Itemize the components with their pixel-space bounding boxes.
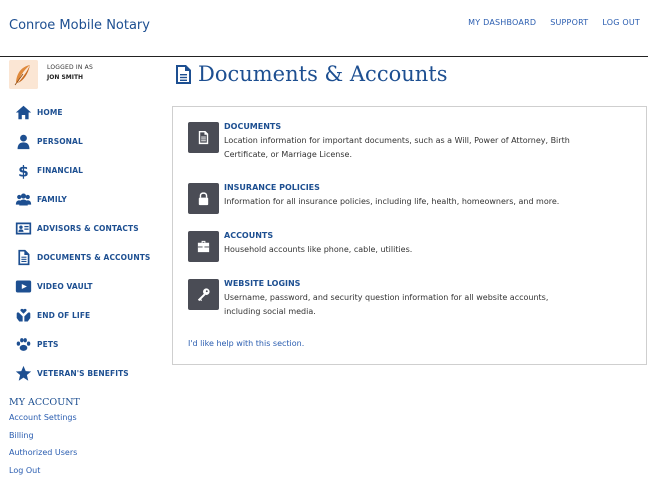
sidebar-item-label: FINANCIAL bbox=[37, 166, 84, 175]
section-accounts: ACCOUNTS Household accounts like phone, … bbox=[188, 231, 628, 262]
insurance-policies-link[interactable]: INSURANCE POLICIES bbox=[224, 183, 559, 192]
my-account-title: MY ACCOUNT bbox=[9, 397, 80, 408]
document-icon bbox=[176, 64, 191, 84]
sidebar-item-label: END OF LIFE bbox=[37, 311, 91, 320]
section-description: Location information for important docum… bbox=[224, 136, 570, 145]
user-name: JON SMITH bbox=[47, 74, 84, 81]
content-panel: DOCUMENTS Location information for impor… bbox=[172, 106, 647, 365]
sidebar-item-label: PETS bbox=[37, 340, 59, 349]
sidebar-item-advisors-contacts[interactable]: ADVISORS & CONTACTS bbox=[14, 214, 170, 243]
sidebar-item-family[interactable]: FAMILY bbox=[14, 185, 170, 214]
authorized-users-link[interactable]: Authorized Users bbox=[9, 448, 80, 466]
billing-link[interactable]: Billing bbox=[9, 431, 80, 449]
top-nav: MY DASHBOARD SUPPORT LOG OUT bbox=[468, 18, 640, 27]
section-description: Information for all insurance policies, … bbox=[224, 197, 560, 206]
lock-icon[interactable] bbox=[188, 183, 219, 214]
brand-name[interactable]: Conroe Mobile Notary bbox=[9, 18, 150, 33]
sidebar-item-end-of-life[interactable]: END OF LIFE bbox=[14, 301, 170, 330]
section-text: DOCUMENTS Location information for impor… bbox=[224, 122, 570, 162]
sidebar-item-label: VETERAN'S BENEFITS bbox=[37, 369, 129, 378]
section-description: including social media. bbox=[224, 307, 316, 316]
sidebar-item-personal[interactable]: PERSONAL bbox=[14, 127, 170, 156]
section-description: Username, password, and security questio… bbox=[224, 293, 549, 302]
sidebar-item-documents-accounts[interactable]: DOCUMENTS & ACCOUNTS bbox=[14, 243, 170, 272]
section-insurance-policies: INSURANCE POLICIES Information for all i… bbox=[188, 183, 628, 214]
help-link[interactable]: I'd like help with this section. bbox=[188, 339, 304, 348]
home-icon bbox=[14, 104, 32, 122]
section-text: INSURANCE POLICIES Information for all i… bbox=[224, 183, 559, 214]
top-header: Conroe Mobile Notary MY DASHBOARD SUPPOR… bbox=[0, 0, 648, 57]
paw-icon bbox=[14, 336, 32, 354]
briefcase-icon[interactable] bbox=[188, 231, 219, 262]
document-icon bbox=[14, 249, 32, 267]
page-title-text: Documents & Accounts bbox=[198, 62, 448, 86]
contact-card-icon bbox=[14, 220, 32, 238]
website-logins-link[interactable]: WEBSITE LOGINS bbox=[224, 279, 548, 288]
file-icon[interactable] bbox=[188, 122, 219, 153]
documents-link[interactable]: DOCUMENTS bbox=[224, 122, 570, 131]
logout-link[interactable]: LOG OUT bbox=[602, 18, 640, 27]
sidebar-item-label: HOME bbox=[37, 108, 63, 117]
section-description: Household accounts like phone, cable, ut… bbox=[224, 245, 413, 254]
key-icon[interactable] bbox=[188, 279, 219, 310]
page-title: Documents & Accounts bbox=[175, 62, 448, 86]
sidebar-item-label: ADVISORS & CONTACTS bbox=[37, 224, 139, 233]
user-info: LOGGED IN AS JON SMITH bbox=[9, 60, 169, 90]
section-description: Certificate, or Marriage License. bbox=[224, 150, 352, 159]
support-link[interactable]: SUPPORT bbox=[550, 18, 588, 27]
sidebar-item-label: FAMILY bbox=[37, 195, 67, 204]
dollar-icon: $ bbox=[14, 162, 32, 180]
sidebar-item-label: DOCUMENTS & ACCOUNTS bbox=[37, 253, 151, 262]
star-icon bbox=[14, 365, 32, 383]
accounts-link[interactable]: ACCOUNTS bbox=[224, 231, 412, 240]
svg-text:$: $ bbox=[18, 162, 29, 179]
family-icon bbox=[14, 191, 32, 209]
section-documents: DOCUMENTS Location information for impor… bbox=[188, 122, 628, 162]
sidebar-item-veterans-benefits[interactable]: VETERAN'S BENEFITS bbox=[14, 359, 170, 388]
logged-in-label: LOGGED IN AS bbox=[47, 64, 93, 71]
my-account-section: MY ACCOUNT Account Settings Billing Auth… bbox=[9, 397, 80, 483]
my-dashboard-link[interactable]: MY DASHBOARD bbox=[468, 18, 536, 27]
sidebar-item-label: VIDEO VAULT bbox=[37, 282, 93, 291]
sidebar-item-label: PERSONAL bbox=[37, 137, 83, 146]
account-settings-link[interactable]: Account Settings bbox=[9, 413, 80, 431]
sidebar-item-home[interactable]: HOME bbox=[14, 98, 170, 127]
sidebar-item-financial[interactable]: $ FINANCIAL bbox=[14, 156, 170, 185]
person-icon bbox=[14, 133, 32, 151]
hands-icon bbox=[14, 307, 32, 325]
sidebar-item-pets[interactable]: PETS bbox=[14, 330, 170, 359]
avatar[interactable] bbox=[9, 60, 38, 89]
video-icon bbox=[14, 278, 32, 296]
section-text: WEBSITE LOGINS Username, password, and s… bbox=[224, 279, 548, 319]
feather-icon bbox=[9, 60, 38, 89]
log-out-link[interactable]: Log Out bbox=[9, 466, 80, 484]
sidebar-nav: HOME PERSONAL $ FINANCIAL FAMILY ADVISOR… bbox=[14, 98, 170, 388]
section-text: ACCOUNTS Household accounts like phone, … bbox=[224, 231, 412, 262]
sidebar-item-video-vault[interactable]: VIDEO VAULT bbox=[14, 272, 170, 301]
section-website-logins: WEBSITE LOGINS Username, password, and s… bbox=[188, 279, 628, 319]
